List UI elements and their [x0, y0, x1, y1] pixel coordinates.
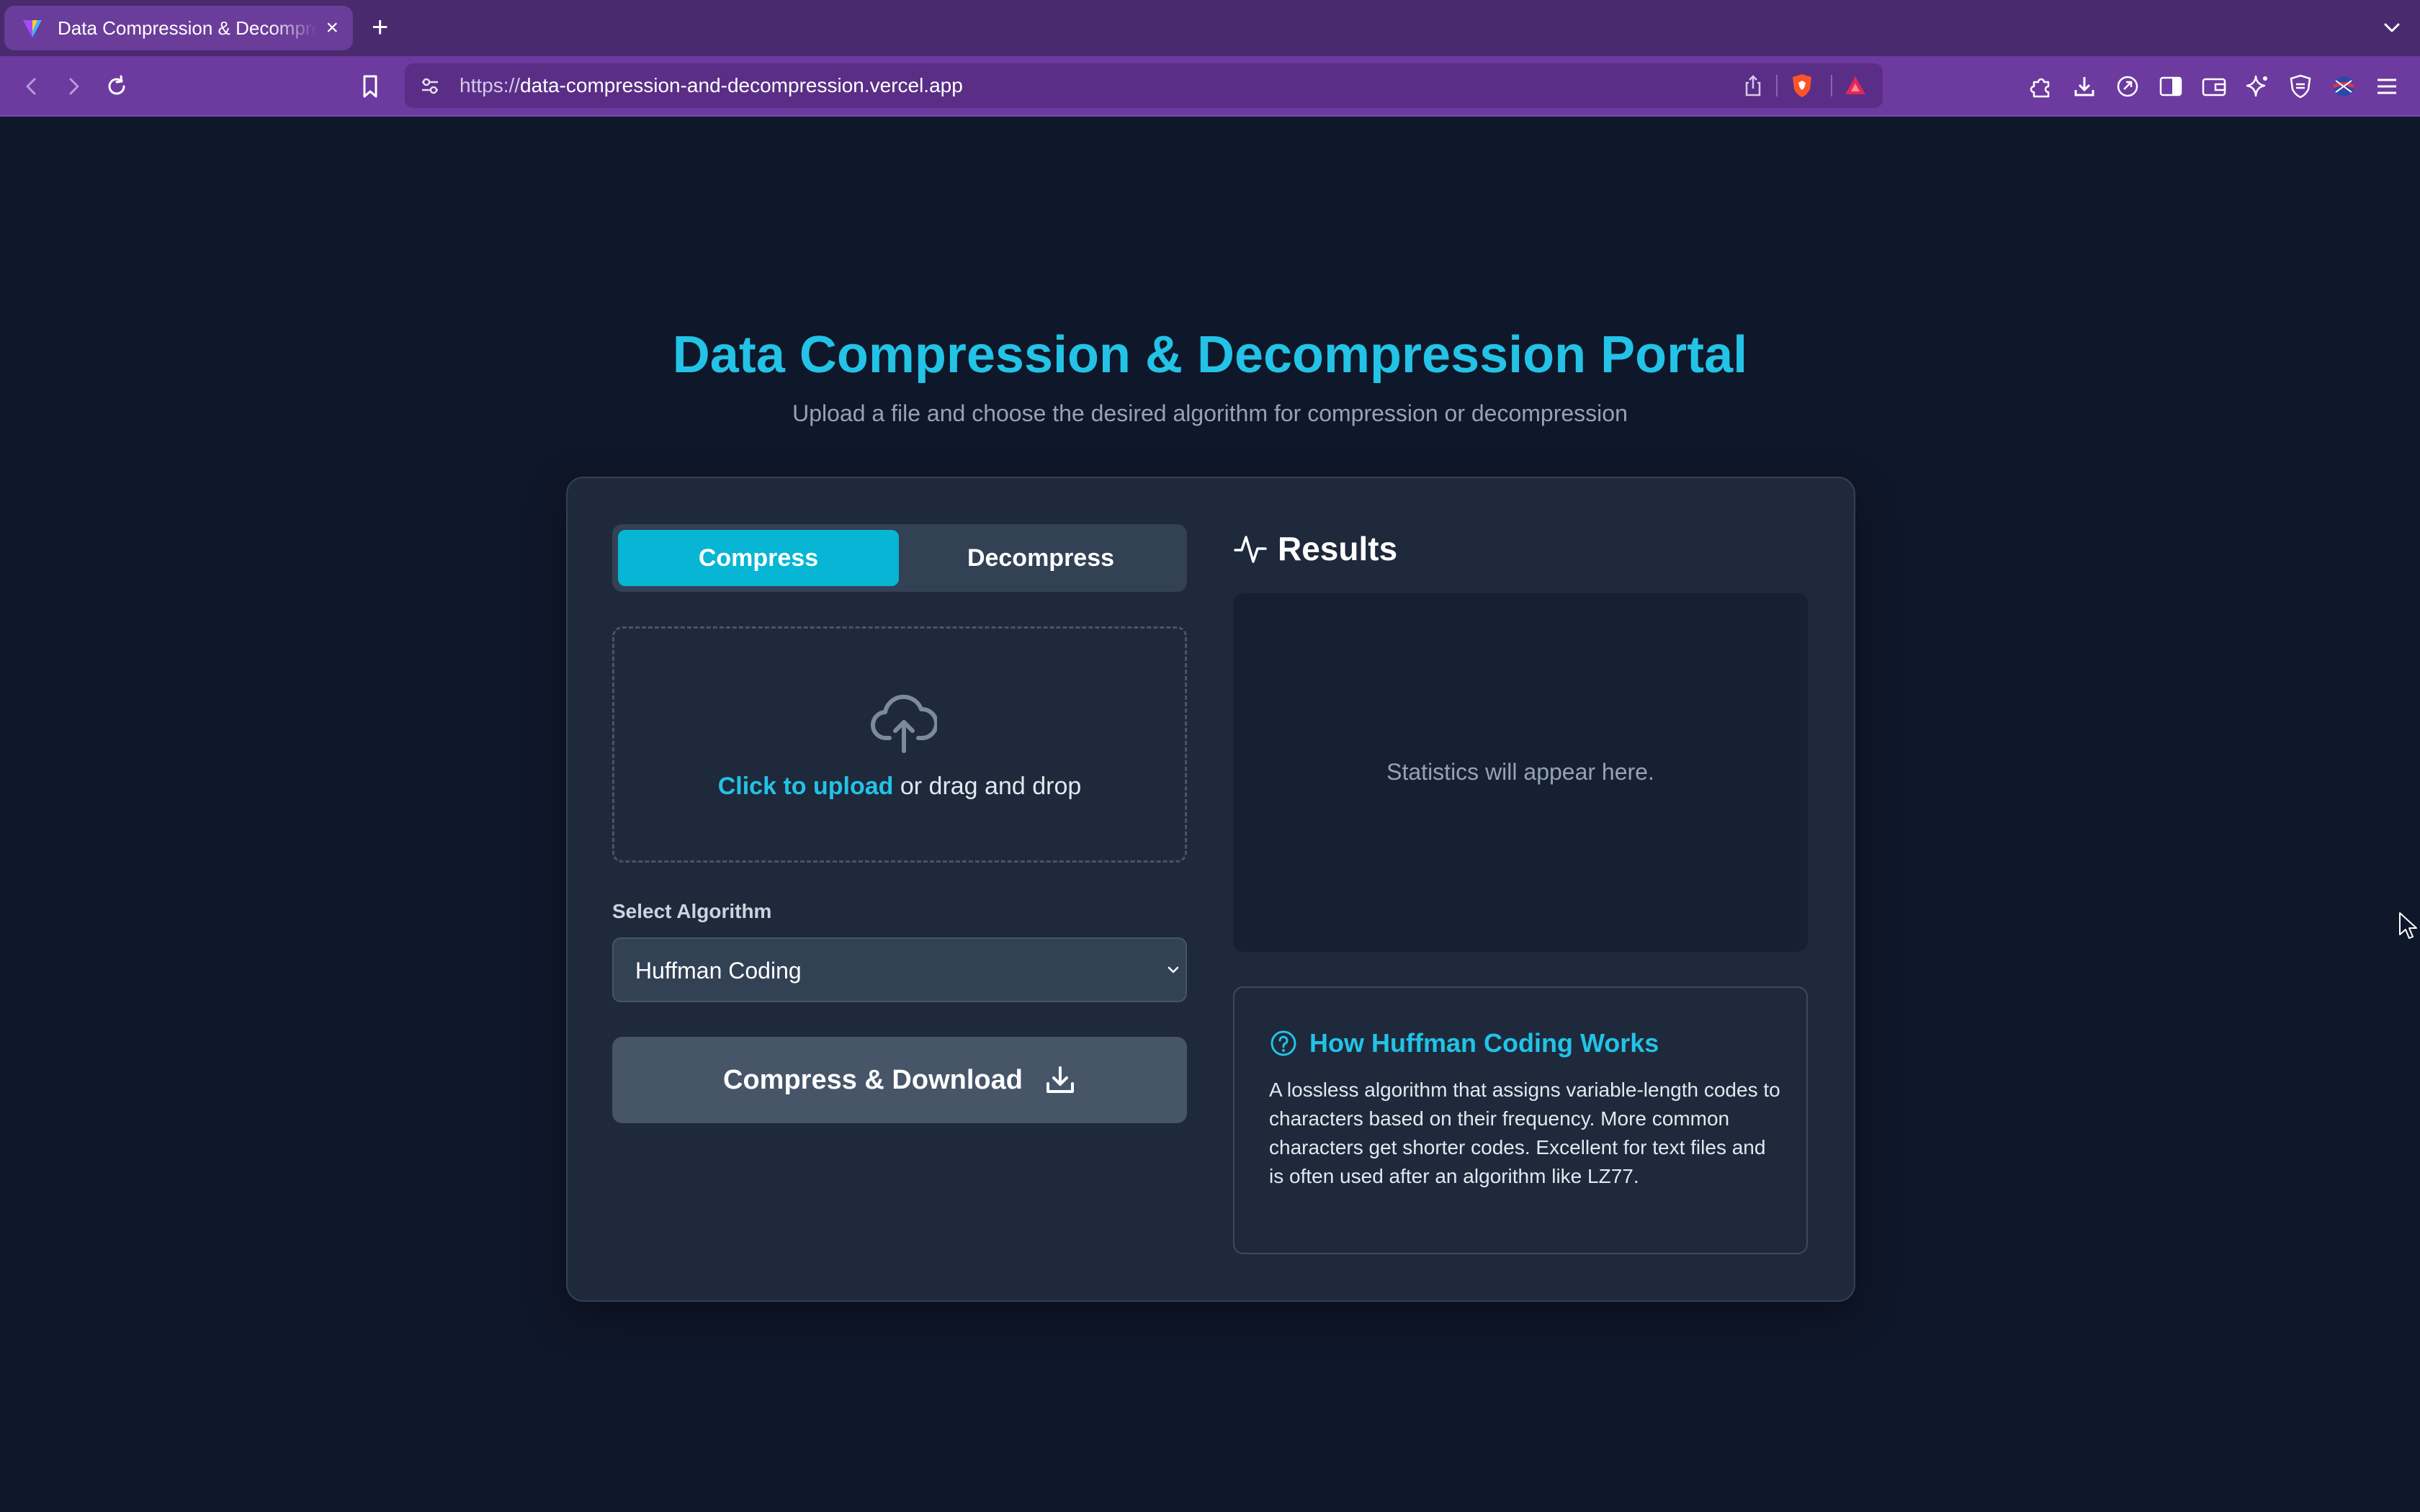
- leo-ai-icon[interactable]: [2113, 72, 2142, 101]
- vite-logo-icon: [23, 20, 42, 37]
- sidebar-icon[interactable]: [2156, 72, 2185, 101]
- browser-tab-active[interactable]: Data Compression & Decompression ×: [4, 6, 353, 50]
- url-text[interactable]: https://data-compression-and-decompressi…: [460, 74, 963, 97]
- dropzone-text: Click to upload or drag and drop: [614, 773, 1185, 801]
- compress-tab-button[interactable]: Compress: [618, 530, 899, 586]
- results-panel: Statistics will appear here.: [1233, 593, 1808, 952]
- browser-toolbar: https://data-compression-and-decompressi…: [0, 56, 2420, 117]
- info-description: A lossless algorithm that assigns variab…: [1269, 1079, 1780, 1187]
- share-icon[interactable]: [1742, 73, 1765, 98]
- info-header: How Huffman Coding Works: [1269, 1028, 1659, 1058]
- algorithm-select[interactable]: Huffman Coding: [612, 937, 1187, 1002]
- browser-tab-bar: Data Compression & Decompression × +: [0, 0, 2420, 56]
- back-icon[interactable]: [17, 72, 46, 101]
- profile-avatar-icon[interactable]: [2329, 72, 2358, 101]
- click-to-upload-link[interactable]: Click to upload: [718, 773, 894, 800]
- file-dropzone[interactable]: Click to upload or drag and drop: [612, 626, 1187, 863]
- compress-download-label: Compress & Download: [723, 1064, 1023, 1095]
- wallet-icon[interactable]: [2200, 72, 2228, 101]
- forward-icon[interactable]: [59, 72, 88, 101]
- info-title: How Huffman Coding Works: [1309, 1028, 1659, 1058]
- extensions-icon[interactable]: [2027, 72, 2056, 101]
- tab-title: Data Compression & Decompression: [58, 17, 317, 39]
- brave-rewards-icon[interactable]: [1844, 75, 1867, 96]
- address-bar[interactable]: https://data-compression-and-decompressi…: [405, 63, 1883, 108]
- help-circle-icon: [1270, 1030, 1296, 1056]
- vpn-shield-icon[interactable]: [2286, 72, 2315, 101]
- brave-shields-icon[interactable]: [1789, 72, 1815, 99]
- bookmark-icon[interactable]: [356, 72, 385, 101]
- algorithm-info-box: How Huffman Coding Works A lossless algo…: [1233, 986, 1808, 1254]
- reload-icon[interactable]: [102, 72, 131, 101]
- algorithm-selected-value: Huffman Coding: [635, 958, 802, 984]
- url-scheme: https://: [460, 74, 521, 96]
- new-tab-button[interactable]: +: [372, 12, 388, 43]
- tab-close-icon[interactable]: ×: [326, 17, 339, 39]
- address-divider-2: [1831, 75, 1832, 96]
- menu-icon[interactable]: [2372, 72, 2401, 101]
- cloud-upload-icon: [871, 694, 937, 753]
- results-title: Results: [1278, 530, 1398, 567]
- page-title: Data Compression & Decompression Portal: [672, 326, 1748, 384]
- downloads-icon[interactable]: [2070, 72, 2099, 101]
- tab-list-chevron-icon[interactable]: [2381, 17, 2403, 39]
- mouse-cursor-icon: [2399, 912, 2417, 939]
- mode-toggle: Compress Decompress: [612, 524, 1187, 592]
- chevron-down-icon: [1168, 966, 1179, 973]
- site-settings-icon[interactable]: [419, 75, 441, 96]
- decompress-tab-button[interactable]: Decompress: [900, 530, 1181, 586]
- url-host: data-compression-and-decompression.verce…: [520, 74, 963, 96]
- page-subtitle: Upload a file and choose the desired alg…: [792, 400, 1628, 426]
- drag-drop-text: or drag and drop: [893, 773, 1082, 800]
- ai-sparkle-icon[interactable]: [2243, 72, 2272, 101]
- compress-download-button[interactable]: Compress & Download: [612, 1037, 1187, 1123]
- download-icon: [1046, 1066, 1074, 1093]
- address-divider: [1776, 75, 1778, 96]
- algorithm-label: Select Algorithm: [612, 900, 772, 922]
- results-header: Results: [1233, 528, 1397, 569]
- results-empty-text: Statistics will appear here.: [1386, 759, 1654, 785]
- activity-icon: [1234, 536, 1267, 563]
